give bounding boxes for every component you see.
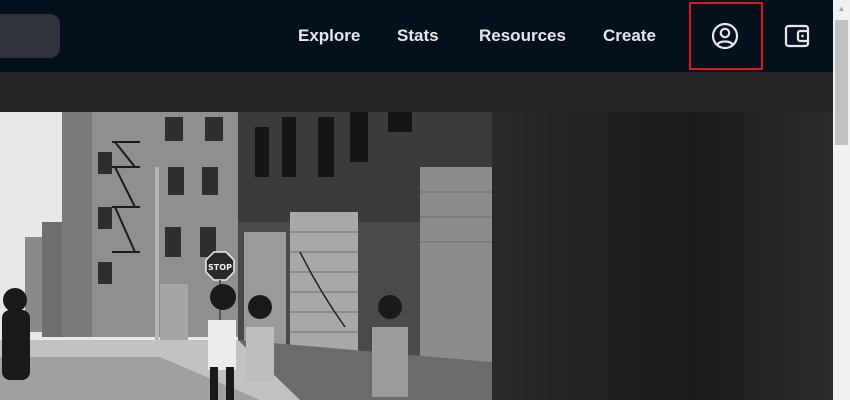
search-bar[interactable] [0,14,60,58]
wallet-icon [784,24,810,48]
scrollbar-thumb[interactable] [835,20,848,145]
banner-strip [0,72,833,112]
wallet-button[interactable] [781,20,813,52]
nav-stats-link[interactable]: Stats [397,24,439,48]
blurred-background-panel [492,112,833,400]
nav-create-link[interactable]: Create [603,24,656,48]
user-circle-icon [711,22,739,50]
top-navbar: Explore Stats Resources Create [0,0,833,72]
profile-button[interactable] [709,20,741,52]
nav-resources-link[interactable]: Resources [479,24,566,48]
hero-image[interactable]: STOP [0,112,492,400]
nav-explore-link[interactable]: Explore [298,24,360,48]
stop-sign-text: STOP [208,263,232,272]
scroll-up-arrow-icon[interactable]: ▲ [833,0,850,17]
vertical-scrollbar[interactable]: ▲ [833,0,850,400]
street-scene-photo: STOP [0,112,492,400]
